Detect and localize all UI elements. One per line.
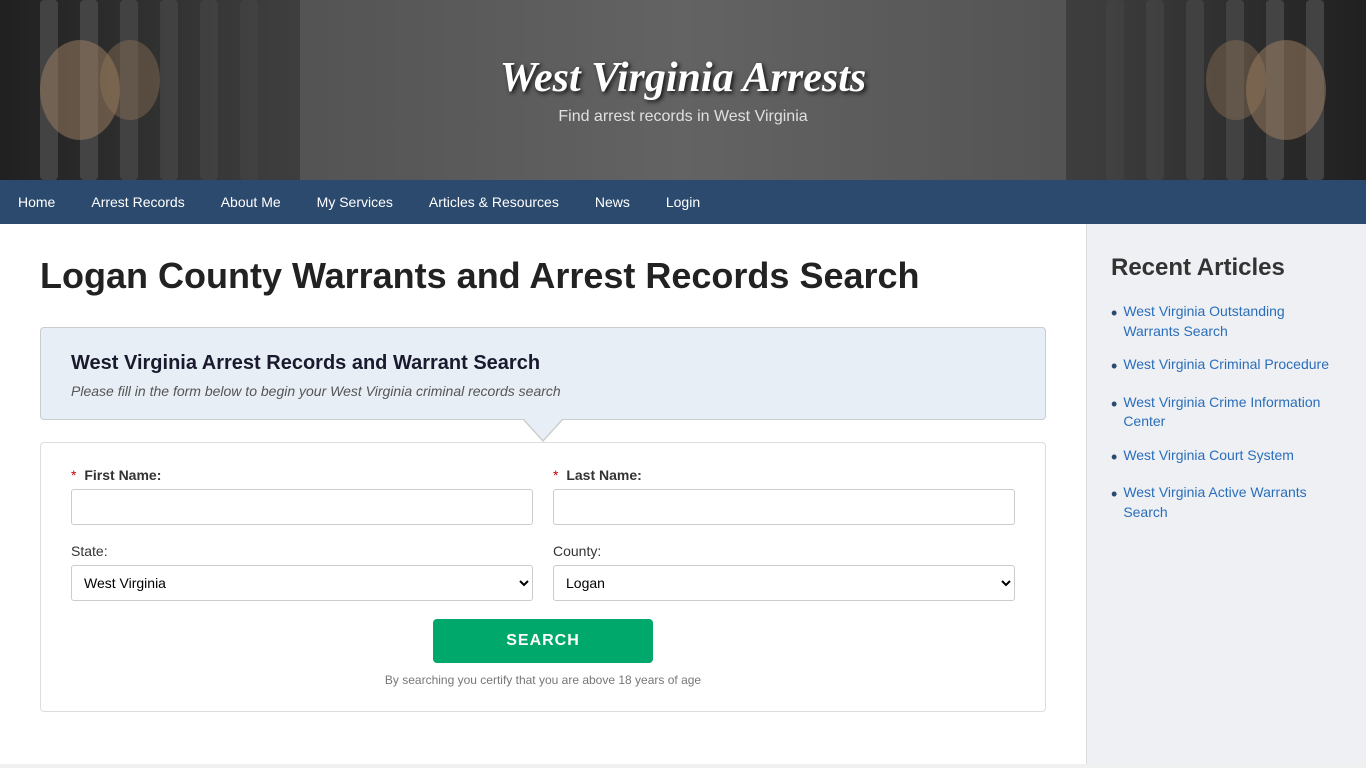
sidebar-article-link-1[interactable]: West Virginia Outstanding Warrants Searc… [1123, 302, 1342, 341]
first-name-required-marker: * [71, 467, 76, 483]
form-intro-box: West Virginia Arrest Records and Warrant… [40, 327, 1046, 420]
site-title: West Virginia Arrests [500, 54, 866, 102]
state-field: State: West Virginia [71, 543, 533, 601]
main-nav: Home Arrest Records About Me My Services… [0, 180, 1366, 224]
last-name-field: * Last Name: [553, 467, 1015, 525]
state-label: State: [71, 543, 533, 559]
nav-item-arrest-records[interactable]: Arrest Records [73, 180, 202, 224]
site-header: West Virginia Arrests Find arrest record… [0, 0, 1366, 180]
site-subtitle: Find arrest records in West Virginia [500, 108, 866, 126]
location-row: State: West Virginia County: Logan [71, 543, 1015, 601]
nav-item-login[interactable]: Login [648, 180, 718, 224]
nav-item-about-me[interactable]: About Me [203, 180, 299, 224]
form-note: By searching you certify that you are ab… [71, 673, 1015, 687]
list-item: West Virginia Crime Information Center [1111, 393, 1342, 432]
last-name-label-text: Last Name: [566, 467, 641, 483]
sidebar-articles-list: West Virginia Outstanding Warrants Searc… [1111, 302, 1342, 522]
header-content: West Virginia Arrests Find arrest record… [500, 54, 866, 126]
sidebar: Recent Articles West Virginia Outstandin… [1086, 224, 1366, 764]
name-row: * First Name: * Last Name: [71, 467, 1015, 525]
nav-item-articles-resources[interactable]: Articles & Resources [411, 180, 577, 224]
form-pointer-icon [523, 420, 563, 442]
county-label: County: [553, 543, 1015, 559]
form-box-subtitle: Please fill in the form below to begin y… [71, 383, 1015, 399]
sidebar-title: Recent Articles [1111, 254, 1342, 282]
sidebar-article-link-2[interactable]: West Virginia Criminal Procedure [1123, 355, 1329, 375]
last-name-label: * Last Name: [553, 467, 1015, 483]
state-select[interactable]: West Virginia [71, 565, 533, 601]
nav-item-home[interactable]: Home [0, 180, 73, 224]
county-field: County: Logan [553, 543, 1015, 601]
list-item: West Virginia Criminal Procedure [1111, 355, 1342, 378]
first-name-input[interactable] [71, 489, 533, 525]
sidebar-article-link-3[interactable]: West Virginia Crime Information Center [1123, 393, 1342, 432]
sidebar-article-link-4[interactable]: West Virginia Court System [1123, 446, 1294, 466]
list-item: West Virginia Outstanding Warrants Searc… [1111, 302, 1342, 341]
first-name-label-text: First Name: [84, 467, 161, 483]
last-name-input[interactable] [553, 489, 1015, 525]
main-content: Logan County Warrants and Arrest Records… [0, 224, 1086, 764]
first-name-label: * First Name: [71, 467, 533, 483]
last-name-required-marker: * [553, 467, 558, 483]
list-item: West Virginia Court System [1111, 446, 1342, 469]
sidebar-article-link-5[interactable]: West Virginia Active Warrants Search [1123, 483, 1342, 522]
search-form: * First Name: * Last Name: State: [40, 442, 1046, 712]
page-title: Logan County Warrants and Arrest Records… [40, 254, 1046, 297]
county-select[interactable]: Logan [553, 565, 1015, 601]
search-button[interactable]: SEARCH [433, 619, 653, 663]
main-wrapper: Logan County Warrants and Arrest Records… [0, 224, 1366, 764]
nav-item-my-services[interactable]: My Services [299, 180, 411, 224]
header-bars-left-icon [0, 0, 300, 180]
header-bars-right-icon [1066, 0, 1366, 180]
nav-item-news[interactable]: News [577, 180, 648, 224]
list-item: West Virginia Active Warrants Search [1111, 483, 1342, 522]
first-name-field: * First Name: [71, 467, 533, 525]
form-box-title: West Virginia Arrest Records and Warrant… [71, 352, 1015, 375]
